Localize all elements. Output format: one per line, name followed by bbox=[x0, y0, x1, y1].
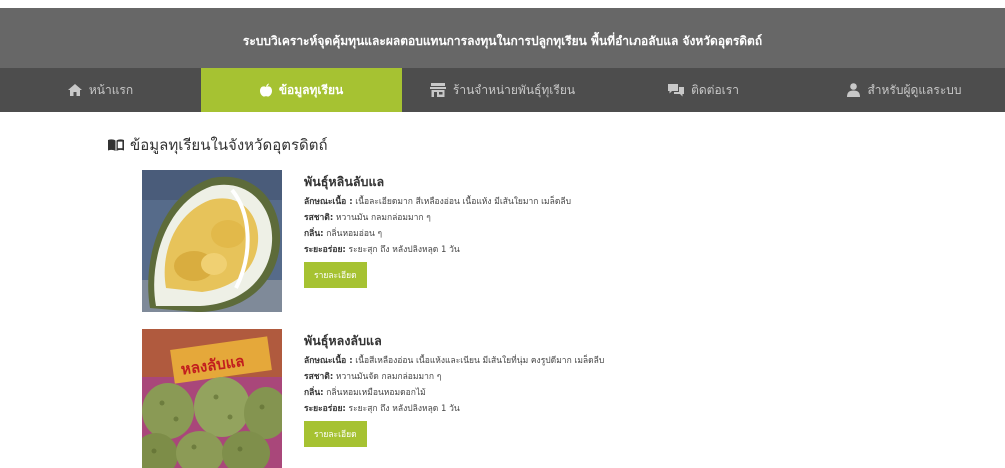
smell-label: กลิ่น: bbox=[304, 388, 324, 398]
nav-label-contact: ติดต่อเรา bbox=[691, 82, 739, 97]
texture-label: ลักษณะเนื้อ : bbox=[304, 356, 353, 366]
details-button[interactable]: รายละเอียด bbox=[304, 421, 367, 447]
site-banner: ระบบวิเคราะห์จุดคุ้มทุนและผลตอบแทนการลงท… bbox=[0, 0, 1005, 68]
product-smell: กลิ่น: กลิ่นหอมอ่อน ๆ bbox=[304, 229, 624, 240]
period-label: ระยะอร่อย: bbox=[304, 245, 346, 255]
product-smell: กลิ่น: กลิ่นหอมเหมือนหอมดอกไม้ bbox=[304, 388, 624, 399]
nav-item-durian-info[interactable]: ข้อมูลทุเรียน bbox=[201, 68, 402, 112]
store-icon bbox=[429, 83, 446, 97]
nav-label-admin: สำหรับผู้ดูแลระบบ bbox=[867, 82, 962, 97]
product-card: พันธุ์หลินลับแล ลักษณะเนื้อ : เนื้อละเอี… bbox=[142, 170, 622, 320]
details-button[interactable]: รายละเอียด bbox=[304, 262, 367, 288]
product-texture: ลักษณะเนื้อ : เนื้อละเอียดมาก สีเหลืองอ่… bbox=[304, 197, 624, 208]
site-title: ระบบวิเคราะห์จุดคุ้มทุนและผลตอบแทนการลงท… bbox=[242, 33, 763, 48]
nav-label-durian-info: ข้อมูลทุเรียน bbox=[278, 82, 344, 97]
smell-value: กลิ่นหอมอ่อน ๆ bbox=[326, 229, 383, 239]
smell-value: กลิ่นหอมเหมือนหอมดอกไม้ bbox=[326, 388, 426, 398]
taste-value: หวานมัน กลมกล่อมมาก ๆ bbox=[335, 213, 431, 223]
period-value: ระยะสุก ถึง หลังปลิงหลุด 1 วัน bbox=[348, 245, 460, 255]
nav-label-home: หน้าแรก bbox=[88, 82, 134, 97]
nav-item-stores[interactable]: ร้านจำหน่ายพันธุ์ทุเรียน bbox=[402, 68, 603, 112]
product-card: หลงลับแล พันธุ์หลงลับแล ลักษณะเนื้อ : เน… bbox=[142, 329, 622, 468]
chat-icon bbox=[668, 83, 685, 97]
product-name: พันธุ์หลินลับแล bbox=[304, 174, 385, 189]
nav-item-contact[interactable]: ติดต่อเรา bbox=[603, 68, 804, 112]
taste-label: รสชาติ: bbox=[304, 213, 334, 223]
texture-label: ลักษณะเนื้อ : bbox=[304, 197, 353, 207]
period-value: ระยะสุก ถึง หลังปลิงหลุด 1 วัน bbox=[348, 404, 460, 414]
product-period: ระยะอร่อย: ระยะสุก ถึง หลังปลิงหลุด 1 วั… bbox=[304, 245, 624, 256]
main-nav: หน้าแรก ข้อมูลทุเรียน ร้านจำหน่ายพันธุ์ท… bbox=[0, 68, 1005, 112]
product-period: ระยะอร่อย: ระยะสุก ถึง หลังปลิงหลุด 1 วั… bbox=[304, 404, 624, 415]
texture-value: เนื้อละเอียดมาก สีเหลืองอ่อน เนื้อแห้ง ม… bbox=[355, 197, 571, 207]
product-taste: รสชาติ: หวานมัน กลมกล่อมมาก ๆ bbox=[304, 213, 624, 224]
user-icon bbox=[847, 83, 861, 97]
taste-label: รสชาติ: bbox=[304, 372, 334, 382]
product-taste: รสชาติ: หวานมันจัด กลมกล่อมมาก ๆ bbox=[304, 372, 624, 383]
texture-value: เนื้อสีเหลืองอ่อน เนื้อแห้งและเนียน มีเส… bbox=[355, 356, 605, 366]
taste-value: หวานมันจัด กลมกล่อมมาก ๆ bbox=[335, 372, 442, 382]
product-photo: หลงลับแล bbox=[142, 329, 282, 468]
product-texture: ลักษณะเนื้อ : เนื้อสีเหลืองอ่อน เนื้อแห้… bbox=[304, 356, 624, 367]
nav-item-admin[interactable]: สำหรับผู้ดูแลระบบ bbox=[804, 68, 1005, 112]
book-icon bbox=[108, 139, 124, 151]
product-name: พันธุ์หลงลับแล bbox=[304, 333, 382, 348]
apple-icon bbox=[259, 83, 272, 97]
section-heading: ข้อมูลทุเรียนในจังหวัดอุตรดิตถ์ bbox=[108, 133, 328, 157]
product-photo bbox=[142, 170, 282, 312]
nav-label-stores: ร้านจำหน่ายพันธุ์ทุเรียน bbox=[452, 82, 576, 97]
nav-item-home[interactable]: หน้าแรก bbox=[0, 68, 201, 112]
section-heading-text: ข้อมูลทุเรียนในจังหวัดอุตรดิตถ์ bbox=[130, 136, 328, 154]
product-info: พันธุ์หลินลับแล ลักษณะเนื้อ : เนื้อละเอี… bbox=[304, 170, 624, 288]
home-icon bbox=[67, 84, 82, 96]
period-label: ระยะอร่อย: bbox=[304, 404, 346, 414]
smell-label: กลิ่น: bbox=[304, 229, 324, 239]
product-info: พันธุ์หลงลับแล ลักษณะเนื้อ : เนื้อสีเหลื… bbox=[304, 329, 624, 447]
